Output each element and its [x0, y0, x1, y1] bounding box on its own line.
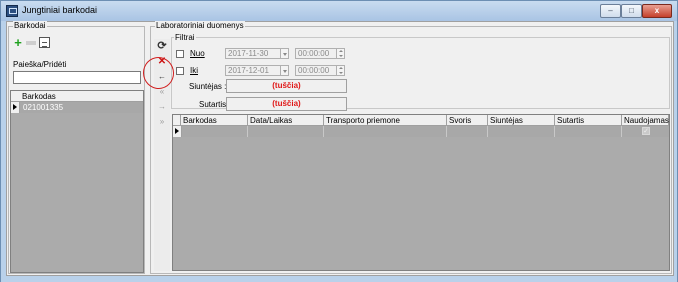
used-checkbox[interactable]: ✓: [642, 127, 650, 135]
contract-select-button[interactable]: (tuščia): [226, 97, 347, 111]
barcodes-grid[interactable]: Barkodas 021001335: [10, 90, 144, 273]
from-label: Nuo: [190, 49, 205, 58]
row-pointer-icon: [11, 102, 20, 113]
barcodes-group: Barkodai + Paieška/Pridėti Barkodas 0210…: [8, 21, 145, 274]
window-title: Jungtiniai barkodai: [22, 5, 98, 15]
contract-cell[interactable]: [555, 126, 622, 137]
filter-group: Filtrai Nuo 2017-11-30 00:00:00 Iki 2017…: [171, 33, 670, 111]
maximize-button[interactable]: □: [621, 4, 642, 18]
minimize-button[interactable]: –: [600, 4, 621, 18]
from-time-field[interactable]: 00:00:00: [295, 48, 338, 59]
sender-cell[interactable]: [488, 126, 555, 137]
to-checkbox[interactable]: [176, 67, 184, 75]
barcode-cell[interactable]: [181, 126, 248, 137]
sender-select-button[interactable]: (tuščia): [226, 79, 347, 93]
plus-icon[interactable]: +: [12, 36, 24, 49]
search-label: Paieška/Pridėti: [13, 60, 67, 69]
lab-data-grid[interactable]: Barkodas Data/Laikas Transporto priemone…: [172, 114, 670, 271]
app-window: Jungtiniai barkodai – □ x Barkodai + Pai…: [0, 0, 678, 282]
lab-data-group-title: Laboratoriniai duomenys: [155, 21, 245, 30]
column-header-sender[interactable]: Siuntėjas: [488, 115, 555, 126]
datetime-cell[interactable]: [248, 126, 324, 137]
chevron-down-icon[interactable]: [280, 65, 289, 76]
column-header-vehicle[interactable]: Transporto priemone: [324, 115, 447, 126]
minus-icon[interactable]: [26, 41, 36, 45]
column-header-barcode[interactable]: Barkodas: [181, 115, 248, 126]
weight-cell[interactable]: [447, 126, 488, 137]
app-icon: [6, 5, 18, 17]
barcodes-grid-header[interactable]: Barkodas: [11, 91, 143, 102]
barcode-cell[interactable]: 021001335: [23, 103, 63, 112]
refresh-icon[interactable]: ⟳: [154, 39, 170, 53]
column-header-datetime[interactable]: Data/Laikas: [248, 115, 324, 126]
row-header-cell: [173, 115, 181, 126]
filter-group-title: Filtrai: [174, 33, 196, 42]
to-time-spinner[interactable]: [336, 65, 345, 76]
client-area: Barkodai + Paieška/Pridėti Barkodas 0210…: [6, 21, 674, 276]
to-date-field[interactable]: 2017-12-01: [225, 65, 282, 76]
double-right-icon[interactable]: »: [154, 115, 170, 129]
to-time-field[interactable]: 00:00:00: [295, 65, 338, 76]
lab-grid-header: Barkodas Data/Laikas Transporto priemone…: [173, 115, 669, 126]
title-bar[interactable]: Jungtiniai barkodai – □ x: [1, 1, 677, 21]
column-header-barcode[interactable]: Barkodas: [22, 92, 56, 101]
barcodes-group-title: Barkodai: [13, 21, 47, 30]
from-time-spinner[interactable]: [336, 48, 345, 59]
window-bottom-border: [1, 277, 677, 282]
lab-data-group: Laboratoriniai duomenys ⟳ ✕ ← « → » Filt…: [150, 21, 672, 274]
printer-icon[interactable]: [39, 37, 50, 48]
table-row[interactable]: ✓: [173, 126, 669, 137]
from-checkbox[interactable]: [176, 50, 184, 58]
table-row[interactable]: 021001335: [11, 102, 143, 113]
from-date-field[interactable]: 2017-11-30: [225, 48, 282, 59]
column-header-weight[interactable]: Svoris: [447, 115, 488, 126]
vehicle-cell[interactable]: [324, 126, 447, 137]
sender-label: Siuntėjas :: [189, 82, 227, 91]
column-header-used[interactable]: Naudojamas: [622, 115, 669, 126]
arrow-right-icon[interactable]: →: [154, 100, 170, 114]
search-input[interactable]: [13, 71, 141, 84]
chevron-down-icon[interactable]: [280, 48, 289, 59]
close-button[interactable]: x: [642, 4, 672, 18]
column-header-contract[interactable]: Sutartis: [555, 115, 622, 126]
to-label: Iki: [190, 66, 198, 75]
